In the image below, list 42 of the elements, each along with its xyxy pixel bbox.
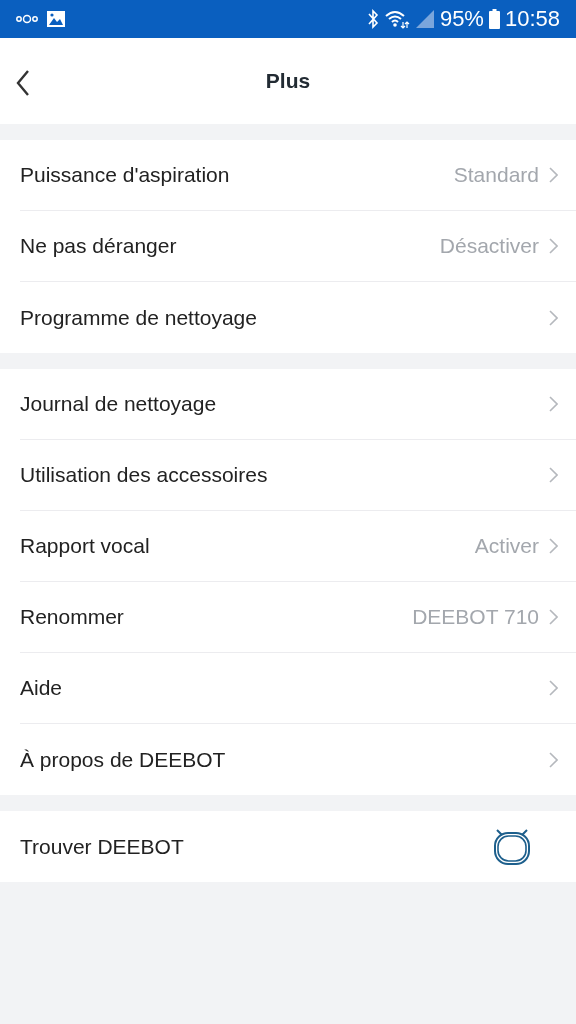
row-label: Puissance d'aspiration: [20, 163, 230, 187]
chevron-icon: [549, 538, 558, 554]
row-value: DEEBOT 710: [412, 605, 539, 629]
bluetooth-icon: [366, 9, 379, 29]
settings-row[interactable]: Ne pas déranger Désactiver: [20, 211, 576, 282]
chevron-icon: [549, 309, 558, 326]
row-label: Renommer: [20, 605, 124, 629]
row-label: Programme de nettoyage: [20, 305, 257, 330]
signal-icon: [414, 9, 435, 29]
chevron-icon: [549, 680, 558, 696]
settings-row[interactable]: À propos de DEEBOT: [20, 724, 576, 795]
row-label: Ne pas déranger: [20, 234, 177, 258]
chevron-icon: [549, 238, 558, 254]
row-label: Rapport vocal: [20, 534, 150, 558]
page-title: Plus: [265, 69, 311, 93]
row-value: Standard: [453, 163, 539, 187]
settings-row[interactable]: Puissance d'aspiration Standard: [20, 140, 576, 211]
robot-icon[interactable]: [492, 826, 532, 867]
chevron-icon: [549, 751, 558, 768]
chevron-icon: [549, 396, 558, 412]
row-label: Journal de nettoyage: [20, 392, 217, 416]
battery-level: 95%: [439, 6, 484, 32]
row-value: Activer: [474, 534, 539, 558]
chevron-icon: [549, 167, 558, 183]
settings-row[interactable]: Utilisation des accessoires: [20, 440, 576, 511]
battery-icon: [488, 9, 500, 29]
row-label: Trouver DEEBOT: [20, 834, 184, 859]
row-label: À propos de DEEBOT: [20, 747, 226, 772]
settings-row[interactable]: Renommer DEEBOT 710: [20, 582, 576, 653]
chevron-icon: [549, 467, 558, 483]
chevron-icon: [549, 609, 558, 625]
row-label: Aide: [20, 676, 63, 700]
row-label: Utilisation des accessoires: [20, 463, 268, 487]
settings-row[interactable]: Journal de nettoyage: [20, 369, 576, 440]
settings-row[interactable]: Rapport vocal Activer: [20, 511, 576, 582]
settings-row[interactable]: Programme de nettoyage: [20, 282, 576, 353]
settings-row[interactable]: Aide: [20, 653, 576, 724]
clock: 10:58: [504, 6, 560, 32]
image-icon: [46, 10, 66, 28]
link-icon: [16, 14, 38, 24]
wifi-icon: [383, 9, 410, 29]
row-value: Désactiver: [439, 234, 539, 258]
